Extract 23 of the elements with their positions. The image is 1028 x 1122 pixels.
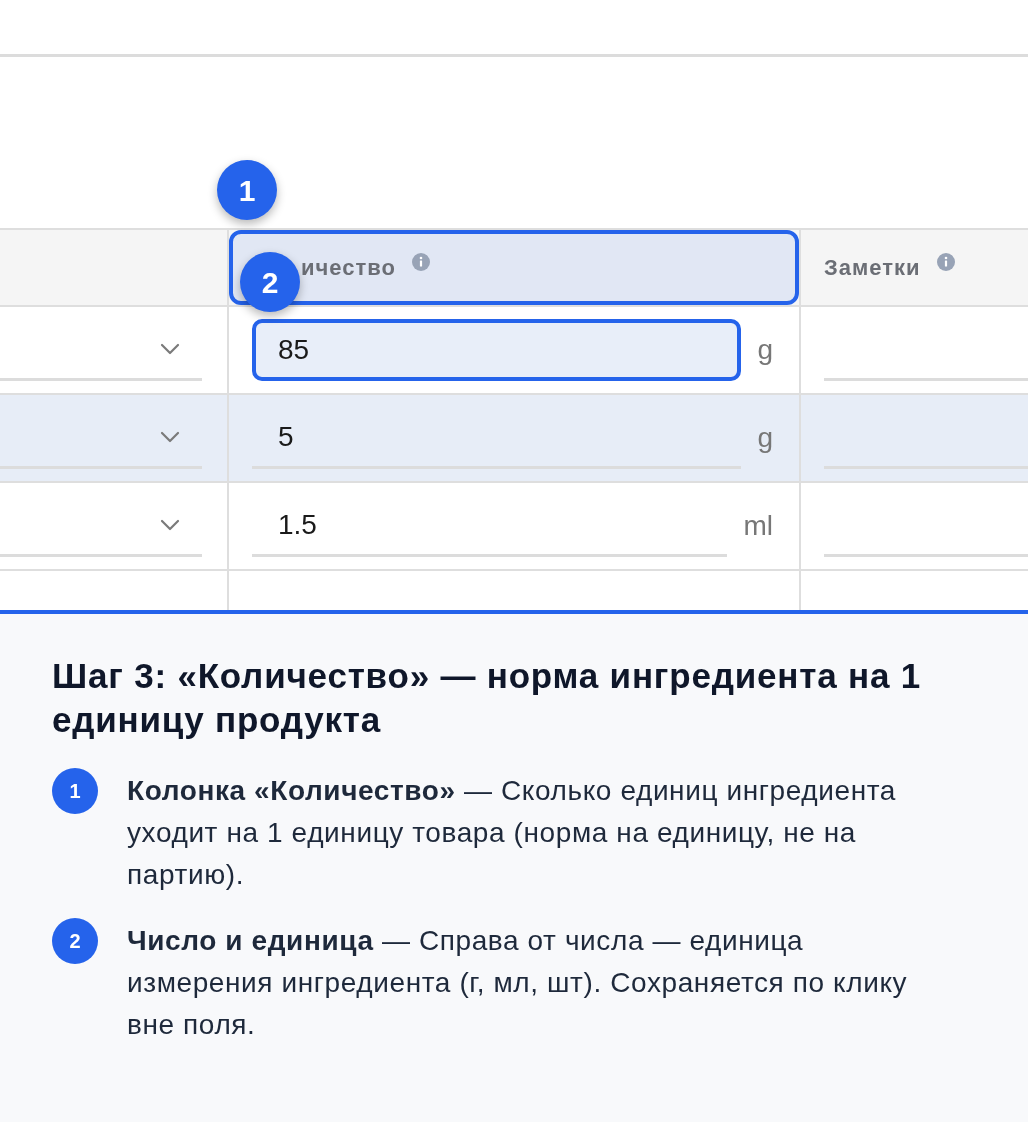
unit-label: g [757,333,773,367]
column-header[interactable]: Заметки [801,230,1028,305]
quantity-input[interactable]: 5 [252,407,742,469]
column-label: Заметки [824,254,921,282]
table-row[interactable]: 1.5 ml [0,483,1028,571]
step-number: 1 [52,768,98,814]
step-title: Шаг 3: «Количество» — норма ингредиента на 1 единицу продукта [52,655,922,741]
chevron-down-icon [160,518,180,531]
column-label: ичество [301,254,396,282]
info-icon[interactable] [411,252,430,271]
annotation-marker: 1 [217,160,277,220]
unit-label: g [757,421,773,455]
step-description: Колонка «Количество» — Сколько единиц ингредиента уходит на 1 единицу товара (норма на единицу, не на партию). [127,774,897,892]
chevron-down-icon [160,430,180,443]
info-icon[interactable] [936,252,955,271]
chevron-down-icon [160,342,180,355]
unit-label: ml [743,509,773,543]
table-row[interactable]: 85 g [0,307,1028,395]
quantity-input[interactable]: 1.5 [252,495,728,557]
quantity-input[interactable]: 85 [252,319,742,381]
step-description: Число и единица — Справа от числа — единица измерения ингредиента (г, мл, шт). Сохраняется по клику вне поля. [127,924,909,1042]
step-number: 2 [52,918,98,964]
table-row[interactable]: 5 g [0,395,1028,483]
